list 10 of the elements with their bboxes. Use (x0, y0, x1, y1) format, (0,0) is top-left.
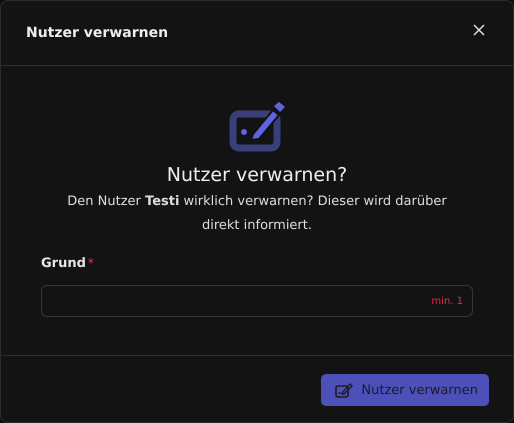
prompt-message: Den Nutzer Testi wirklich verwarnen? Dieser wird darüber direkt informiert. (66, 193, 448, 235)
prompt-heading: Nutzer verwarnen? (166, 164, 348, 186)
dialog-title: Nutzer verwarnen (26, 25, 168, 41)
edit-icon (229, 102, 285, 152)
required-mark: * (88, 256, 94, 271)
close-icon[interactable] (473, 24, 485, 36)
field-label: Grund (41, 256, 86, 271)
reason-input[interactable]: min. 1 (41, 285, 473, 317)
edit-icon (335, 382, 354, 398)
length-hint: min. 1 (431, 296, 463, 306)
